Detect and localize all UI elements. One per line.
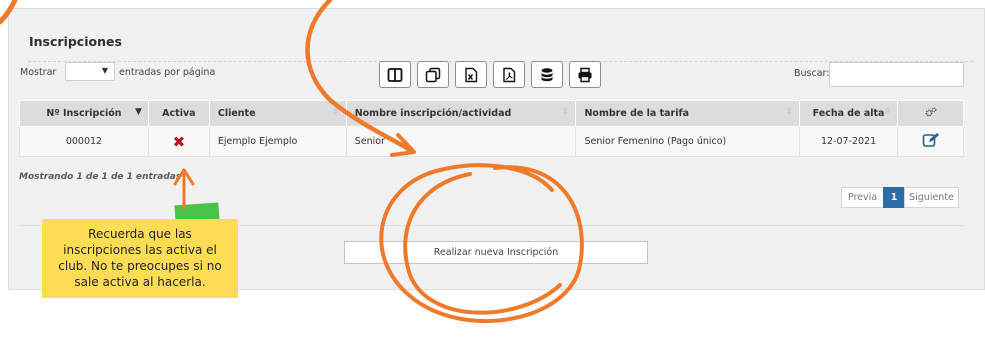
header-actions <box>897 100 964 127</box>
previous-page-button[interactable]: Previa <box>841 187 884 208</box>
table-row[interactable]: 000012 ✖ Ejemplo Ejemplo Senior Senior F… <box>19 126 964 157</box>
cell-actividad: Senior <box>345 126 577 157</box>
header-activa[interactable]: Activa <box>147 100 210 127</box>
header-numero[interactable]: Nº Inscripción ▼ <box>19 100 149 127</box>
page-1-button[interactable]: 1 <box>883 187 905 208</box>
cell-fecha: 12-07-2021 <box>799 126 899 157</box>
pdf-button[interactable] <box>493 61 525 88</box>
next-page-button[interactable]: Siguiente <box>904 187 959 208</box>
excel-button[interactable] <box>455 61 487 88</box>
note-line: club. No te preocupes si no <box>58 259 222 273</box>
header-fecha[interactable]: Fecha de alta ⇳ <box>799 100 899 127</box>
entries-per-page-select[interactable]: ▼ <box>65 62 115 81</box>
cell-tarifa: Senior Femenino (Pago único) <box>575 126 801 157</box>
sticky-note: Recuerda que las inscripciones las activ… <box>42 219 238 298</box>
columns-icon <box>387 67 403 82</box>
copy-button[interactable] <box>417 61 449 88</box>
database-button[interactable] <box>531 61 563 88</box>
pdf-icon <box>503 67 516 82</box>
sort-icon: ⇳ <box>332 107 340 117</box>
edit-icon[interactable] <box>922 132 940 148</box>
cell-numero: 000012 <box>19 126 149 157</box>
sort-icon: ⇳ <box>785 107 794 117</box>
header-actividad[interactable]: Nombre inscripción/actividad ⇳ <box>345 100 577 127</box>
cell-cliente: Ejemplo Ejemplo <box>208 126 347 157</box>
cell-activa: ✖ <box>147 126 210 157</box>
sort-icon: ⇳ <box>883 107 892 117</box>
note-line: inscripciones las activa el <box>63 243 217 257</box>
sort-icon: ⇳ <box>561 107 570 117</box>
search-label: Buscar: <box>794 68 830 79</box>
note-line: sale activa al hacerla. <box>74 275 206 289</box>
new-inscription-button[interactable]: Realizar nueva Inscripción <box>344 241 648 264</box>
inactive-x-icon: ✖ <box>172 132 186 151</box>
header-cliente[interactable]: Cliente ⇳ <box>208 100 347 127</box>
sort-desc-icon: ▼ <box>134 107 142 117</box>
database-icon <box>541 67 553 81</box>
chevron-down-icon: ▼ <box>101 66 108 75</box>
length-suffix: entradas por página <box>119 67 216 78</box>
export-toolbar <box>379 61 601 88</box>
columns-button[interactable] <box>379 61 411 88</box>
table-info: Mostrando 1 de 1 de 1 entradas <box>19 172 182 182</box>
cell-actions <box>897 126 964 157</box>
note-line: Recuerda que las <box>88 227 192 241</box>
print-icon <box>578 67 592 82</box>
panel-title: Inscripciones <box>29 34 122 49</box>
search-input[interactable] <box>829 62 964 87</box>
inscripciones-table: Nº Inscripción ▼ Activa Cliente ⇳ Nombre i… <box>19 100 964 157</box>
excel-icon <box>465 67 478 82</box>
pagination: Previa 1 Siguiente <box>841 187 959 208</box>
print-button[interactable] <box>569 61 601 88</box>
header-tarifa[interactable]: Nombre de la tarifa ⇳ <box>575 100 801 127</box>
length-label: Mostrar <box>20 67 57 78</box>
copy-icon <box>425 67 441 82</box>
gears-icon <box>925 107 936 117</box>
